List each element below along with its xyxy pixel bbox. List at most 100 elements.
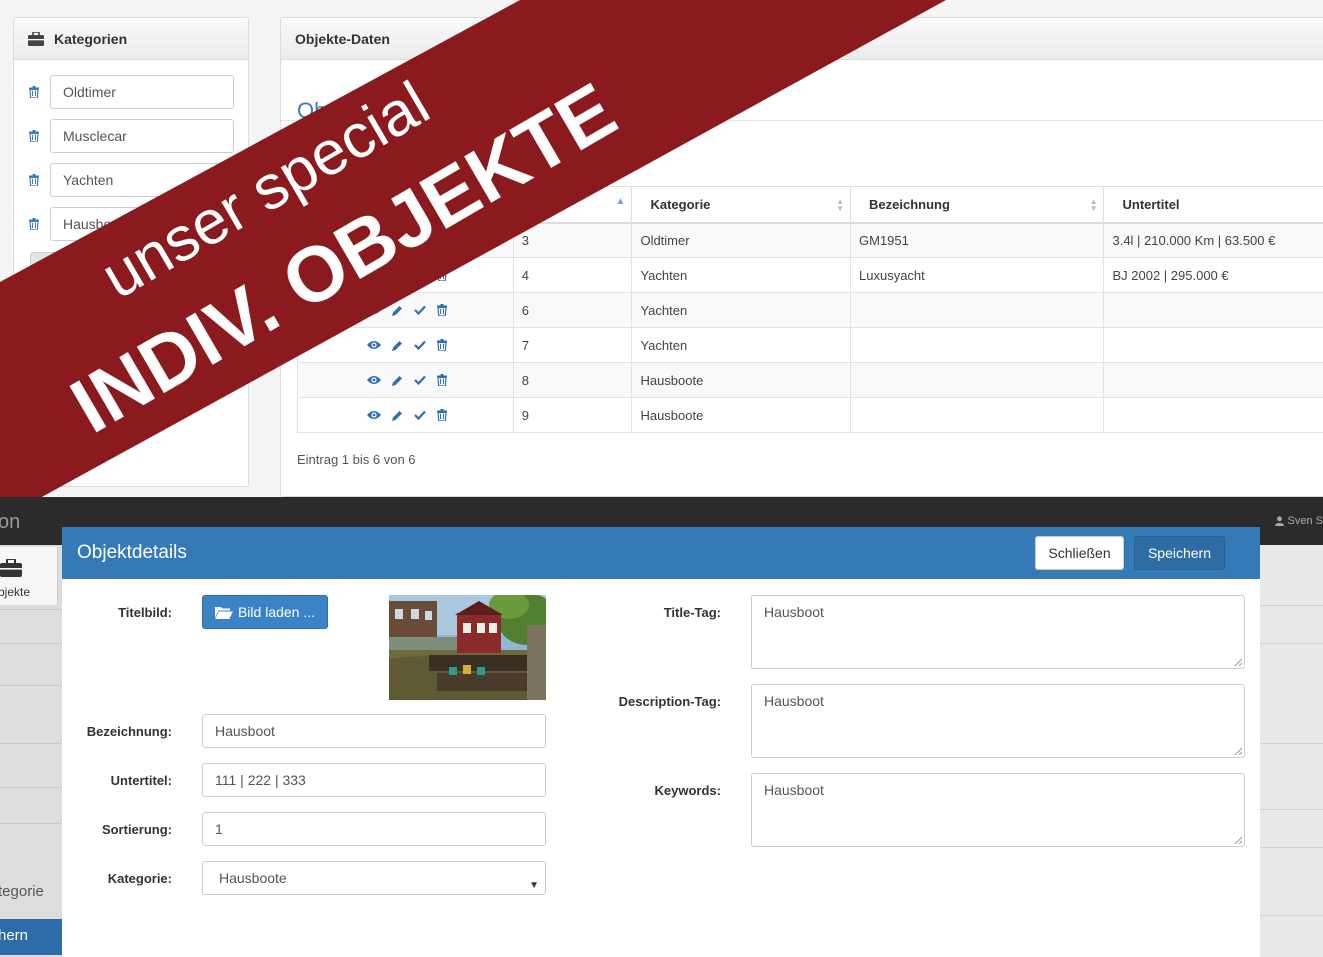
trash-icon[interactable] (28, 218, 40, 230)
sidebar-save-button[interactable]: hern (0, 919, 62, 955)
background-divider (1260, 605, 1323, 606)
kategorie-select[interactable]: Hausboote ▼ (202, 861, 546, 895)
sortierung-input[interactable]: 1 (202, 812, 546, 846)
resize-handle-icon[interactable] (1234, 836, 1242, 844)
top-screen: Kategorien Oldtimer Musclecar Yachten Ha… (0, 0, 1323, 497)
table-row[interactable]: 6 Yachten (297, 292, 1323, 328)
divider (281, 120, 1323, 121)
pencil-icon[interactable] (391, 270, 403, 281)
categories-panel-header: Kategorien (14, 18, 248, 60)
trash-icon[interactable] (436, 409, 447, 421)
check-icon[interactable] (413, 375, 426, 385)
close-button[interactable]: Schließen (1035, 536, 1124, 570)
objects-panel-header: Objekte-Daten (281, 18, 1323, 60)
check-icon[interactable] (413, 305, 426, 315)
add-category-button[interactable] (30, 252, 230, 288)
sidebar-divider (0, 685, 62, 686)
label-description-tag: Description-Tag: (618, 694, 721, 709)
sidebar-divider (0, 787, 62, 788)
table-row[interactable]: 4 Yachten Luxusyacht BJ 2002 | 295.000 € (297, 257, 1323, 293)
trash-icon[interactable] (436, 339, 447, 351)
eye-icon[interactable] (366, 305, 381, 315)
column-untertitel[interactable]: Untertitel (1103, 186, 1323, 224)
resize-handle-icon[interactable] (1234, 658, 1242, 666)
title-tag-textarea[interactable]: Hausboot (751, 595, 1245, 669)
pencil-icon[interactable] (391, 375, 403, 386)
eye-icon[interactable] (366, 235, 381, 245)
background-divider (1260, 847, 1323, 848)
keywords-textarea[interactable]: Hausboot (751, 773, 1245, 847)
objects-title: Objekte-Daten (295, 30, 390, 47)
sidebar-divider (0, 643, 62, 644)
trash-icon[interactable] (436, 374, 447, 386)
dropdown-arrow-icon: ▼ (529, 880, 539, 891)
background-divider (1260, 643, 1323, 644)
eye-icon[interactable] (366, 410, 381, 420)
check-icon[interactable] (413, 340, 426, 350)
category-input[interactable]: Hausboote (50, 207, 234, 241)
check-icon[interactable] (413, 270, 426, 280)
row-id: 8 (512, 362, 633, 398)
row-kategorie: Yachten (631, 257, 851, 293)
load-image-button[interactable]: Bild laden ... (202, 595, 328, 629)
background-divider (1260, 915, 1323, 916)
user-menu[interactable]: Sven S (1274, 515, 1323, 527)
row-id: 6 (512, 292, 633, 328)
category-input[interactable]: Musclecar (50, 119, 234, 153)
row-kategorie: Yachten (631, 292, 851, 328)
row-bezeichnung (849, 397, 1105, 433)
pencil-icon[interactable] (391, 305, 403, 316)
bezeichnung-input[interactable]: Hausboot (202, 714, 546, 748)
row-actions (297, 222, 514, 258)
trash-icon[interactable] (436, 304, 447, 316)
objects-panel: Objekte-Daten Ob ▲ Kategorie ▲ ▼ Bezeichnu… (280, 17, 1323, 497)
check-icon[interactable] (413, 235, 426, 246)
sidebar-divider (0, 743, 62, 744)
background-divider (1260, 809, 1323, 810)
folder-open-icon (214, 606, 233, 619)
column-bezeichnung[interactable]: Bezeichnung ▲ ▼ (849, 186, 1105, 224)
untertitel-input[interactable]: 111 | 222 | 333 (202, 763, 546, 797)
row-bezeichnung: GM1951 (849, 222, 1105, 258)
table-row[interactable]: 8 Hausboote (297, 362, 1323, 398)
eye-icon[interactable] (366, 270, 381, 280)
pencil-icon[interactable] (391, 235, 403, 246)
row-untertitel (1103, 327, 1323, 363)
category-input[interactable]: Oldtimer (50, 75, 234, 109)
check-icon[interactable] (413, 410, 426, 420)
column-id[interactable]: ▲ (512, 186, 633, 224)
eye-icon[interactable] (366, 375, 381, 385)
row-actions (297, 362, 514, 398)
column-kategorie[interactable]: Kategorie ▲ ▼ (631, 186, 851, 224)
table-row[interactable]: 3 Oldtimer GM1951 3.4l | 210.000 Km | 63.50… (297, 222, 1323, 258)
trash-icon[interactable] (28, 86, 40, 98)
trash-icon[interactable] (28, 174, 40, 186)
background-divider (1260, 743, 1323, 744)
table-row[interactable]: 9 Hausboote (297, 397, 1323, 433)
eye-icon[interactable] (366, 340, 381, 350)
row-untertitel: BJ 2002 | 295.000 € (1103, 257, 1323, 293)
sort-asc-icon: ▲ (615, 196, 626, 207)
row-id: 9 (512, 397, 633, 433)
label-bezeichnung: Bezeichnung: (86, 724, 172, 739)
row-untertitel (1103, 397, 1323, 433)
row-untertitel (1103, 292, 1323, 328)
houseboat-thumbnail (389, 595, 546, 700)
label-kategorie: Kategorie: (107, 871, 172, 886)
row-actions (297, 327, 514, 363)
trash-icon[interactable] (436, 234, 447, 247)
sidebar-label: bjekte (0, 585, 31, 599)
save-button[interactable]: Speichern (1134, 536, 1225, 570)
row-kategorie: Hausboote (631, 362, 851, 398)
trash-icon[interactable] (436, 269, 447, 281)
description-tag-textarea[interactable]: Hausboot (751, 684, 1245, 758)
trash-icon[interactable] (28, 130, 40, 142)
pencil-icon[interactable] (391, 410, 403, 421)
row-kategorie: Yachten (631, 327, 851, 363)
resize-handle-icon[interactable] (1234, 747, 1242, 755)
row-id: 3 (512, 222, 633, 258)
row-id: 7 (512, 327, 633, 363)
category-input[interactable]: Yachten (50, 163, 234, 197)
pencil-icon[interactable] (391, 340, 403, 351)
table-row[interactable]: 7 Yachten (297, 327, 1323, 363)
